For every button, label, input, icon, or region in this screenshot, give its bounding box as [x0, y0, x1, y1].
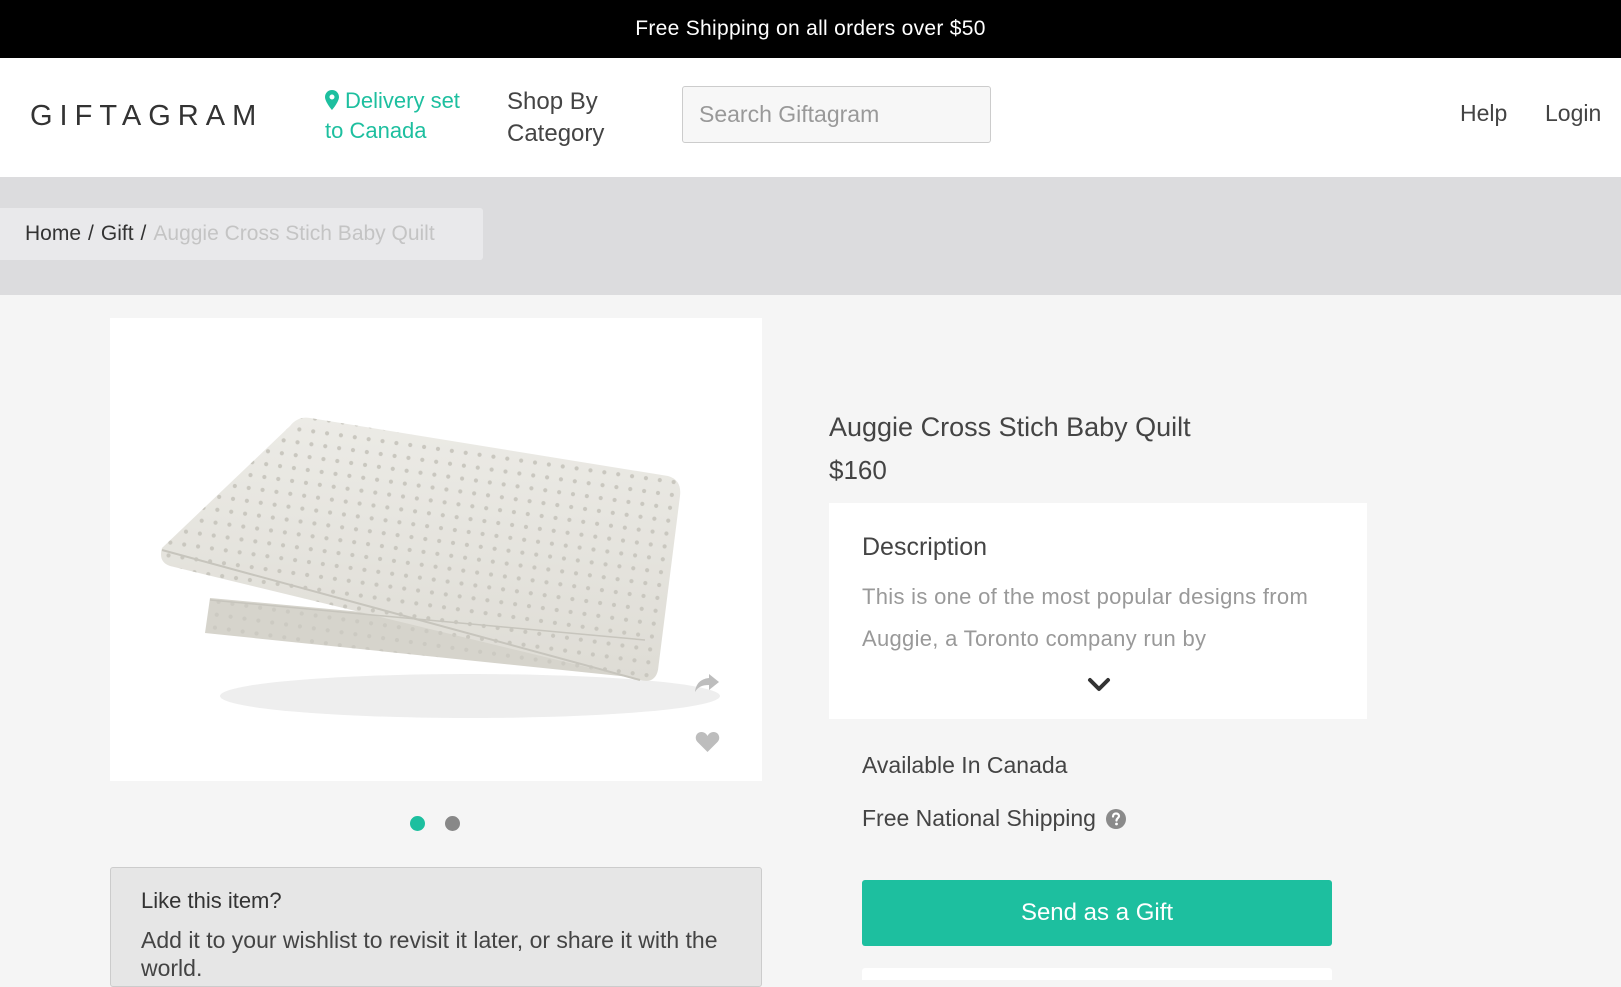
chevron-down-icon[interactable]	[1087, 677, 1111, 693]
site-header: GIFTAGRAM Delivery set to Canada Shop By…	[0, 58, 1621, 177]
wishlist-title: Like this item?	[141, 888, 282, 913]
logo[interactable]: GIFTAGRAM	[30, 100, 263, 133]
carousel-dot-2[interactable]	[445, 816, 460, 831]
breadcrumb-home[interactable]: Home	[25, 222, 81, 246]
shipping-text: Free National Shipping	[862, 805, 1096, 831]
map-pin-icon	[325, 90, 339, 110]
breadcrumb-separator: /	[88, 222, 94, 245]
description-heading: Description	[862, 533, 988, 561]
delivery-label: Delivery set to Canada	[325, 88, 460, 143]
product-price: $160	[829, 455, 887, 485]
product-title: Auggie Cross Stich Baby Quilt	[829, 412, 1191, 442]
product-image[interactable]	[110, 318, 762, 781]
send-as-gift-button[interactable]: Send as a Gift	[862, 880, 1332, 946]
breadcrumb-separator: /	[140, 222, 147, 245]
heart-icon[interactable]	[695, 731, 720, 753]
breadcrumb-gift[interactable]: Gift	[101, 222, 134, 246]
product-image-card	[110, 318, 762, 781]
carousel-dots	[410, 816, 460, 831]
shipping-info: Free National Shipping	[862, 805, 1127, 832]
share-icon[interactable]	[694, 672, 720, 694]
help-link[interactable]: Help	[1460, 100, 1507, 127]
breadcrumb-band: Home / Gift / Auggie Cross Stich Baby Qu…	[0, 177, 1621, 295]
promo-bar: Free Shipping on all orders over $50	[0, 0, 1621, 58]
help-icon[interactable]	[1105, 808, 1127, 830]
availability-text: Available In Canada	[862, 752, 1068, 778]
wishlist-text: Add it to your wishlist to revisit it la…	[141, 927, 718, 981]
breadcrumb-current: Auggie Cross Stich Baby Quilt	[153, 222, 435, 245]
description-text: This is one of the most popular designs …	[862, 584, 1309, 651]
carousel-dot-1[interactable]	[410, 816, 425, 831]
search-input[interactable]	[699, 101, 995, 128]
shop-by-category-menu[interactable]: Shop By Category	[507, 86, 627, 150]
login-link[interactable]: Login	[1545, 100, 1601, 127]
search-box	[682, 86, 995, 143]
description-card: Description This is one of the most popu…	[829, 503, 1367, 719]
breadcrumb: Home / Gift / Auggie Cross Stich Baby Qu…	[0, 208, 483, 260]
wishlist-card: Like this item? Add it to your wishlist …	[110, 867, 762, 987]
delivery-location-link[interactable]: Delivery set to Canada	[325, 86, 475, 146]
promo-text: Free Shipping on all orders over $50	[635, 17, 986, 40]
secondary-card	[862, 968, 1332, 980]
